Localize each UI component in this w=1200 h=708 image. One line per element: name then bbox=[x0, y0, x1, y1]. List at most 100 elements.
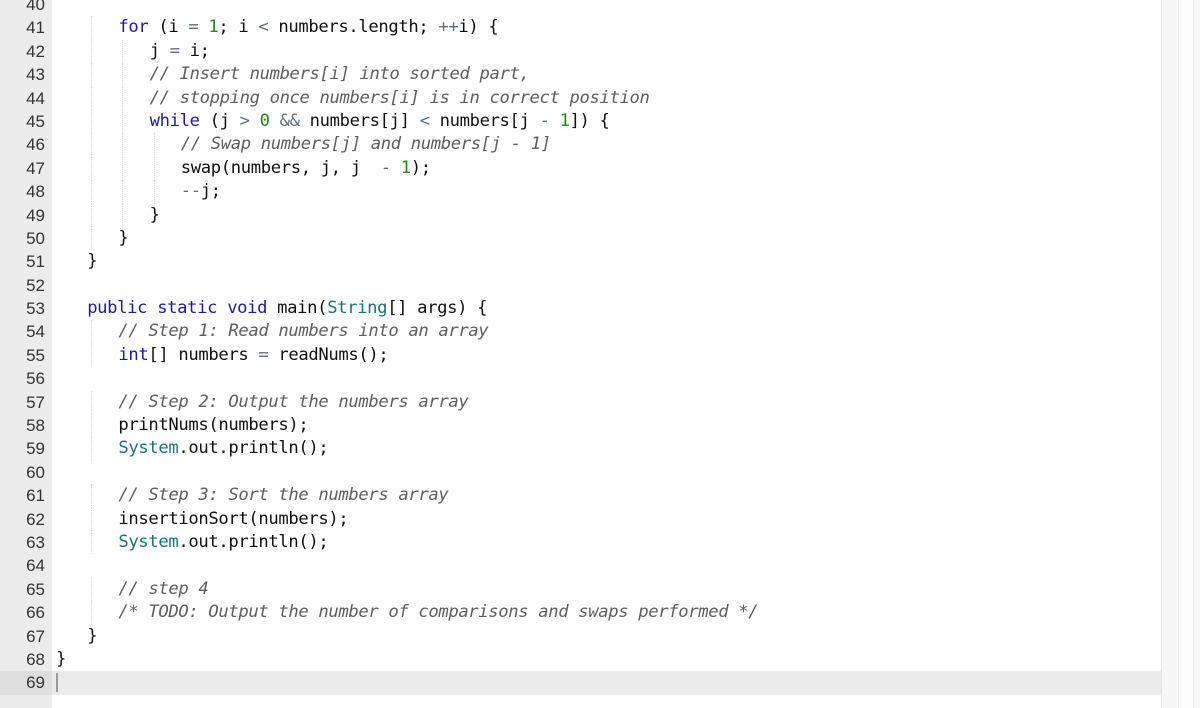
code-line[interactable]: 58 printNums(numbers); bbox=[0, 414, 1162, 438]
code-lines[interactable]: 40 41 for (i = 1; i < numbers.length; ++i)… bbox=[0, 0, 1162, 695]
code-text[interactable] bbox=[56, 671, 58, 694]
code-line[interactable]: 43 // Insert numbers[i] into sorted part, bbox=[0, 63, 1162, 87]
code-line[interactable]: 50} bbox=[0, 226, 1162, 251]
code-line[interactable]: 60 bbox=[0, 461, 1162, 484]
vertical-scrollbar[interactable] bbox=[1178, 0, 1194, 708]
comment-token: // Step 3: Sort the numbers array bbox=[118, 485, 449, 506]
code-text[interactable]: /* TODO: Output the number of comparison… bbox=[118, 601, 758, 624]
line-number: 64 bbox=[26, 556, 45, 576]
code-line[interactable]: 61 // Step 3: Sort the numbers array bbox=[0, 484, 1162, 508]
line-number: 61 bbox=[26, 486, 45, 506]
code-line[interactable]: 52 bbox=[0, 274, 1162, 297]
code-line[interactable]: 63 System.out.println(); bbox=[0, 530, 1162, 555]
code-text[interactable]: // Step 2: Output the numbers array bbox=[118, 391, 468, 414]
code-text[interactable]: swap(numbers, j, j - 1); bbox=[181, 157, 431, 180]
code-token: insertionSort(numbers); bbox=[118, 508, 349, 529]
indent-guide bbox=[91, 63, 93, 87]
code-text[interactable]: public static void main(String[] args) { bbox=[87, 297, 487, 320]
code-token: i; bbox=[179, 40, 210, 61]
code-line[interactable]: 42 j = i; bbox=[0, 39, 1162, 64]
code-line[interactable]: 62 insertionSort(numbers); bbox=[0, 507, 1162, 531]
code-token: (j bbox=[199, 110, 240, 131]
code-line[interactable]: 57 // Step 2: Output the numbers array bbox=[0, 390, 1162, 415]
code-text[interactable]: } bbox=[150, 204, 160, 227]
line-number: 49 bbox=[26, 205, 45, 225]
code-token: numbers.length; bbox=[268, 17, 439, 38]
code-line[interactable]: 54 // Step 1: Read numbers into an array bbox=[0, 320, 1162, 344]
indent-guide bbox=[122, 156, 124, 181]
code-text[interactable]: int[] numbers = readNums(); bbox=[118, 344, 388, 367]
code-line[interactable]: 66 /* TODO: Output the number of comparis… bbox=[0, 601, 1162, 625]
line-number: 53 bbox=[26, 299, 45, 319]
line-number: 43 bbox=[26, 65, 45, 85]
line-number: 52 bbox=[26, 275, 45, 295]
number-token: 0 bbox=[259, 110, 270, 131]
code-text[interactable]: for (i = 1; i < numbers.length; ++i) { bbox=[118, 16, 498, 39]
code-text[interactable]: } bbox=[56, 648, 66, 671]
indent-guide bbox=[91, 530, 93, 555]
code-line[interactable]: 65 // step 4 bbox=[0, 577, 1162, 602]
code-line[interactable]: 47 swap(numbers, j, j - 1); bbox=[0, 156, 1162, 181]
code-token: .out.println(); bbox=[178, 438, 329, 459]
code-line[interactable]: 59 System.out.println(); bbox=[0, 437, 1162, 461]
code-line[interactable]: 45 while (j > 0 && numbers[j] < numbers[j… bbox=[0, 109, 1162, 134]
code-line[interactable]: 53 public static void main(String[] args)… bbox=[0, 297, 1162, 320]
code-line[interactable]: 68} bbox=[0, 648, 1162, 671]
code-text[interactable]: } bbox=[118, 227, 128, 250]
operator-token: - bbox=[539, 110, 550, 131]
indent-guide bbox=[122, 180, 124, 204]
code-line[interactable]: 46 // Swap numbers[j] and numbers[j - 1] bbox=[0, 133, 1162, 157]
code-line[interactable]: 51} bbox=[0, 250, 1162, 273]
operator-token: - bbox=[380, 157, 391, 178]
code-line[interactable]: 55 int[] numbers = readNums(); bbox=[0, 343, 1162, 368]
code-line[interactable]: 56 bbox=[0, 367, 1162, 390]
code-text[interactable]: System.out.println(); bbox=[118, 531, 328, 554]
code-line[interactable]: 44 // stopping once numbers[i] is in corr… bbox=[0, 86, 1162, 110]
indent-guide bbox=[153, 133, 155, 157]
code-token: swap(numbers, j, j bbox=[180, 157, 381, 178]
code-text[interactable]: insertionSort(numbers); bbox=[118, 508, 348, 531]
indent-guide bbox=[122, 86, 124, 110]
code-editor[interactable]: 40 41 for (i = 1; i < numbers.length; ++i)… bbox=[0, 0, 1162, 708]
scrollbar-rail bbox=[1161, 0, 1200, 708]
line-number: 56 bbox=[26, 369, 45, 389]
operator-token: < bbox=[258, 17, 269, 38]
code-text[interactable]: // Insert numbers[i] into sorted part, bbox=[150, 63, 530, 86]
code-text[interactable]: while (j > 0 && numbers[j] < numbers[j -… bbox=[150, 110, 610, 133]
code-text[interactable]: j = i; bbox=[150, 40, 210, 63]
indent-guide bbox=[91, 109, 93, 134]
code-token: } bbox=[118, 227, 129, 248]
code-line-current[interactable]: 69 bbox=[0, 671, 1162, 695]
indent-guide bbox=[91, 226, 93, 251]
line-number: 58 bbox=[26, 416, 45, 436]
code-text[interactable]: // step 4 bbox=[118, 578, 208, 601]
code-text[interactable]: printNums(numbers); bbox=[118, 414, 308, 437]
code-line[interactable]: 41 for (i = 1; i < numbers.length; ++i) { bbox=[0, 16, 1162, 40]
code-token: } bbox=[87, 251, 98, 272]
code-text[interactable]: // Step 1: Read numbers into an array bbox=[118, 320, 488, 343]
code-text[interactable]: } bbox=[87, 625, 97, 648]
code-line[interactable]: 40 bbox=[0, 0, 1162, 16]
code-token: (i bbox=[148, 17, 189, 38]
code-text[interactable]: // Step 3: Sort the numbers array bbox=[118, 484, 448, 507]
indent-guide bbox=[91, 156, 93, 181]
code-text[interactable]: // Swap numbers[j] and numbers[j - 1] bbox=[181, 133, 551, 156]
code-token: [] numbers bbox=[148, 344, 259, 365]
code-text[interactable]: System.out.println(); bbox=[118, 437, 328, 460]
indent-guide bbox=[122, 109, 124, 134]
code-line[interactable]: 49} bbox=[0, 203, 1162, 227]
code-line[interactable]: 64 bbox=[0, 554, 1162, 577]
code-token: } bbox=[87, 625, 98, 646]
code-text[interactable]: --j; bbox=[181, 180, 221, 203]
line-number: 69 bbox=[0, 671, 52, 695]
code-text[interactable]: } bbox=[87, 250, 97, 273]
code-text[interactable]: // stopping once numbers[i] is in correc… bbox=[150, 87, 650, 110]
indent-guide bbox=[91, 39, 93, 64]
line-number: 46 bbox=[26, 135, 45, 155]
code-line[interactable]: 67} bbox=[0, 625, 1162, 648]
code-line[interactable]: 48 --j; bbox=[0, 180, 1162, 204]
indent-guide bbox=[122, 203, 124, 227]
indent-guide bbox=[122, 133, 124, 157]
line-number: 63 bbox=[26, 532, 45, 552]
